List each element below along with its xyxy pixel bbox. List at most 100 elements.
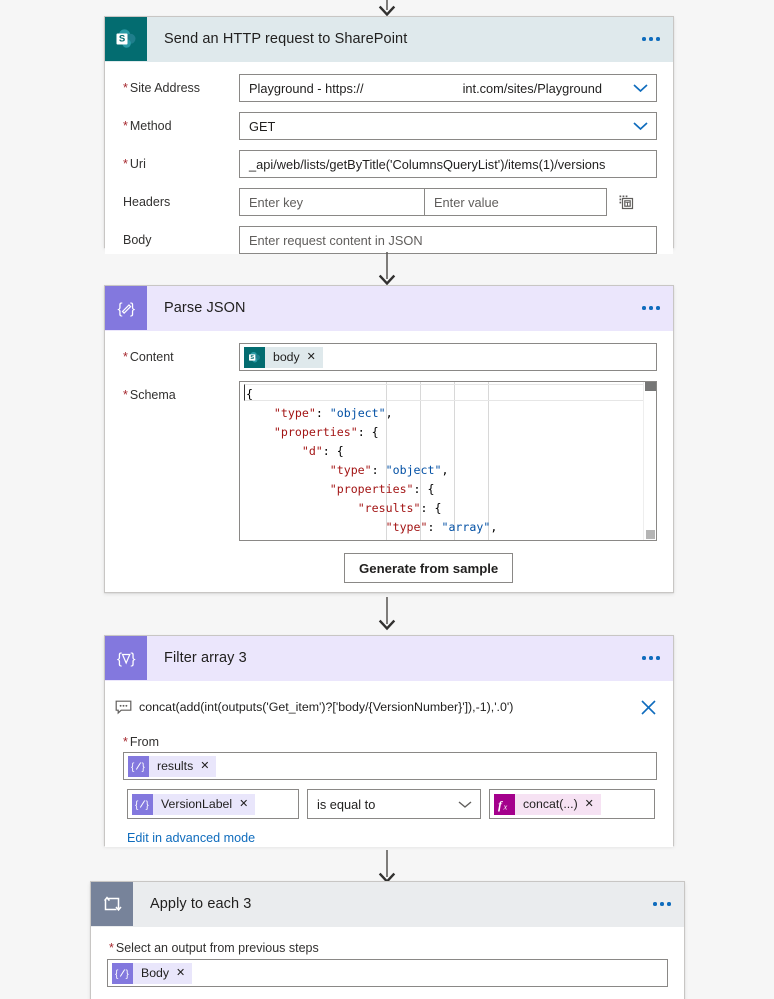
step-comment: concat(add(int(outputs('Get_item')?['bod… <box>105 689 673 725</box>
svg-text:T: T <box>625 201 629 208</box>
form-row-method: * Method GET <box>105 112 673 140</box>
token-body[interactable]: S body ✕ <box>244 346 323 368</box>
svg-text:S: S <box>119 34 125 45</box>
schema-scrollbar[interactable] <box>643 382 656 540</box>
site-address-input[interactable]: Playground - https:// int.com/sites/Play… <box>239 74 657 102</box>
connector-arrow-top <box>0 0 774 16</box>
required-marker: * <box>123 157 128 171</box>
schema-line: "properties": { <box>273 425 379 439</box>
required-marker: * <box>123 350 128 364</box>
content-input[interactable]: S body ✕ <box>239 343 657 371</box>
remove-token-icon[interactable]: ✕ <box>307 351 316 363</box>
card-body: * Select an output from previous steps { … <box>91 927 684 987</box>
function-fx-icon: f x <box>494 793 515 815</box>
svg-text:}: } <box>131 651 136 668</box>
content-label: * Content <box>123 350 174 364</box>
uri-label: * Uri <box>123 157 146 171</box>
card-body: concat(add(int(outputs('Get_item')?['bod… <box>105 689 673 847</box>
braces-funnel-icon: { } <box>105 636 147 680</box>
step-card-send-http-request[interactable]: S Send an HTTP request to SharePoint * Si… <box>104 16 674 254</box>
card-body: * Site Address Playground - https:// int.… <box>105 62 673 254</box>
card-menu-button[interactable] <box>629 636 673 680</box>
schema-editor[interactable]: { "type": "object", "properties": { "d":… <box>239 381 657 541</box>
switch-to-text-mode-icon[interactable]: T <box>607 194 645 211</box>
scrollbar-thumb[interactable] <box>645 382 656 391</box>
card-title: Parse JSON <box>164 300 246 316</box>
scrollbar-bottom-marker[interactable] <box>646 530 655 539</box>
form-row-schema: * Schema { "type": "object", "properties"… <box>105 381 673 541</box>
token-body[interactable]: { } Body ✕ <box>112 962 193 984</box>
remove-token-icon[interactable]: ✕ <box>239 798 248 810</box>
condition-row: { } VersionLabel ✕ is equal to f x conca… <box>127 789 657 819</box>
svg-text:{: { <box>131 762 135 773</box>
schema-code[interactable]: { "type": "object", "properties": { "d":… <box>240 382 643 540</box>
condition-operator-select[interactable]: is equal to <box>307 789 481 819</box>
connector-arrow-2 <box>0 597 774 631</box>
method-select[interactable]: GET <box>239 112 657 140</box>
headers-value-input[interactable]: Enter value <box>425 188 607 216</box>
svg-text:}: } <box>126 969 130 980</box>
token-results[interactable]: { } results ✕ <box>128 755 217 777</box>
required-marker: * <box>109 941 114 955</box>
svg-text:x: x <box>503 801 508 811</box>
braces-variable-icon: { } <box>112 962 133 984</box>
close-icon[interactable] <box>635 699 661 716</box>
card-menu-button[interactable] <box>629 17 673 61</box>
form-row-uri: * Uri _api/web/lists/getByTitle('ColumnsQ… <box>105 150 673 178</box>
from-label: * From <box>123 735 160 749</box>
token-label: concat(...) ✕ <box>515 793 601 815</box>
condition-left-input[interactable]: { } VersionLabel ✕ <box>127 789 299 819</box>
card-menu-button[interactable] <box>629 286 673 330</box>
required-marker: * <box>123 735 128 749</box>
method-value: GET <box>249 118 276 134</box>
svg-text:}: } <box>146 800 150 811</box>
flow-designer-canvas: S Send an HTTP request to SharePoint * Si… <box>0 0 774 999</box>
chevron-down-icon <box>633 81 648 96</box>
from-input[interactable]: { } results ✕ <box>123 752 657 780</box>
headers-value-placeholder: Enter value <box>434 194 499 210</box>
token-label: body ✕ <box>265 346 323 368</box>
form-row-body: Body Enter request content in JSON <box>105 226 673 254</box>
uri-input[interactable]: _api/web/lists/getByTitle('ColumnsQueryL… <box>239 150 657 178</box>
body-input[interactable]: Enter request content in JSON <box>239 226 657 254</box>
required-marker: * <box>123 388 128 402</box>
schema-line: "results": { <box>357 501 442 515</box>
card-menu-button[interactable] <box>640 882 684 926</box>
card-header: S Send an HTTP request to SharePoint <box>105 17 673 62</box>
step-card-apply-to-each[interactable]: Apply to each 3 * Select an output from p… <box>90 881 685 999</box>
select-output-input[interactable]: { } Body ✕ <box>107 959 668 987</box>
required-marker: * <box>123 119 128 133</box>
body-label: Body <box>123 233 152 247</box>
site-address-redacted-gap <box>364 81 463 96</box>
remove-token-icon[interactable]: ✕ <box>200 760 209 772</box>
form-row-headers: Headers Enter key Enter value T <box>105 188 673 216</box>
site-address-value-left: Playground - https:// <box>249 80 364 96</box>
token-label: VersionLabel ✕ <box>153 793 256 815</box>
required-marker: * <box>123 81 128 95</box>
schema-line: "type": "object", <box>329 463 449 477</box>
schema-line: "type": "object", <box>273 406 393 420</box>
headers-key-input[interactable]: Enter key <box>239 188 425 216</box>
card-header: { } Parse JSON <box>105 286 673 331</box>
schema-line: "type": "array", <box>385 520 498 534</box>
svg-text:{: { <box>135 800 139 811</box>
svg-text:{: { <box>118 301 123 318</box>
uri-value: _api/web/lists/getByTitle('ColumnsQueryL… <box>249 156 606 172</box>
generate-from-sample-button[interactable]: Generate from sample <box>344 553 514 583</box>
token-concat-expression[interactable]: f x concat(...) ✕ <box>494 793 601 815</box>
headers-row: Enter key Enter value T <box>239 188 673 216</box>
comment-text: concat(add(int(outputs('Get_item')?['bod… <box>139 700 514 714</box>
step-card-filter-array[interactable]: { } Filter array 3 concat(add(int(output… <box>104 635 674 847</box>
remove-token-icon[interactable]: ✕ <box>176 967 185 979</box>
token-label: results ✕ <box>149 755 217 777</box>
step-card-parse-json[interactable]: { } Parse JSON * Content S body ✕ * Sche… <box>104 285 674 593</box>
body-placeholder: Enter request content in JSON <box>249 232 423 248</box>
remove-token-icon[interactable]: ✕ <box>585 798 594 810</box>
condition-right-input[interactable]: f x concat(...) ✕ <box>489 789 655 819</box>
token-versionlabel[interactable]: { } VersionLabel ✕ <box>132 793 256 815</box>
schema-line: "items": { <box>240 537 643 540</box>
schema-label: * Schema <box>123 388 176 402</box>
edit-in-advanced-mode-link[interactable]: Edit in advanced mode <box>127 831 255 845</box>
schema-line: "properties": { <box>329 482 435 496</box>
form-row-content: * Content S body ✕ <box>105 343 673 371</box>
